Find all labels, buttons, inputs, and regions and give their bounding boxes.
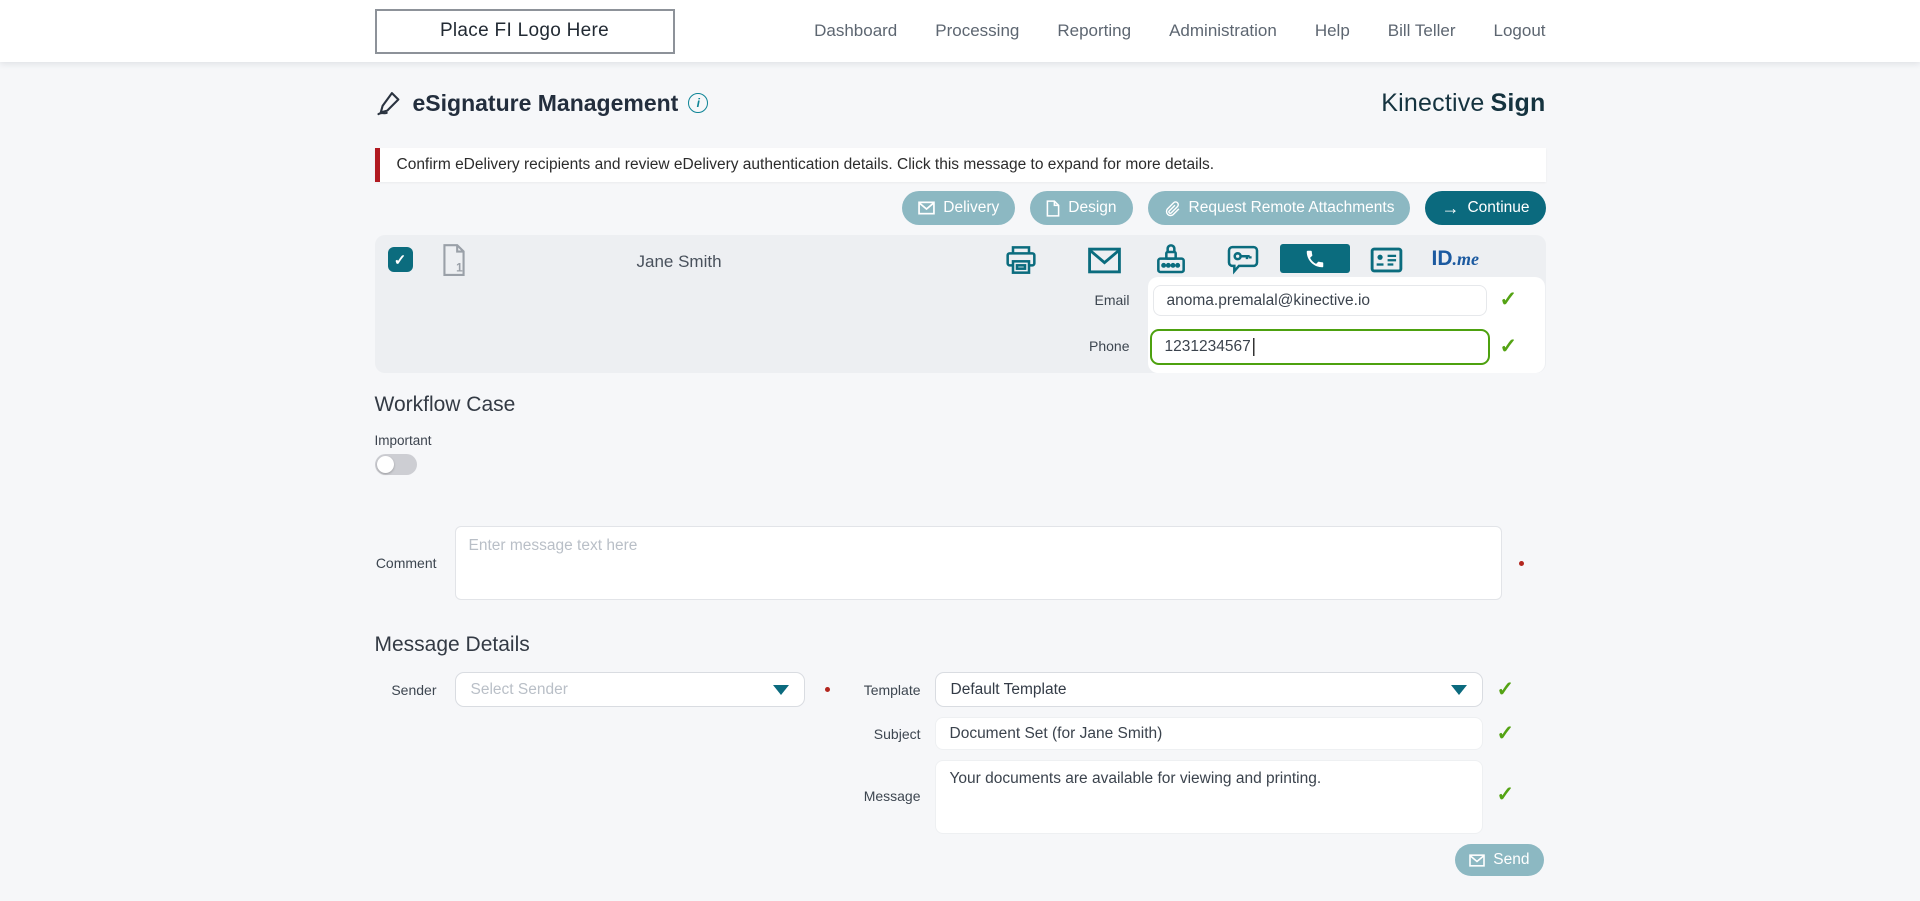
fi-logo-text: Place FI Logo Here bbox=[439, 20, 610, 41]
nav-item-reporting[interactable]: Reporting bbox=[1057, 21, 1131, 41]
phone-label: Phone bbox=[1089, 338, 1130, 354]
recipient-card: ✓ 1 Jane Smith ID.me Email anoma.premala… bbox=[374, 235, 1546, 373]
template-select[interactable]: Default Template bbox=[934, 672, 1483, 707]
edelivery-alert-banner[interactable]: Confirm eDelivery recipients and review … bbox=[374, 148, 1546, 182]
comment-label: Comment bbox=[375, 555, 437, 571]
fi-logo-placeholder: Place FI Logo Here bbox=[374, 8, 675, 54]
sms-code-auth-icon[interactable] bbox=[1227, 245, 1259, 276]
action-button-row: Delivery Design Request Remote Attachmen… bbox=[375, 191, 1546, 225]
message-label: Message bbox=[863, 788, 921, 804]
message-textarea[interactable]: Your documents are available for viewing… bbox=[934, 760, 1483, 834]
nav-links: Dashboard Processing Reporting Administr… bbox=[814, 21, 1545, 41]
email-input[interactable] bbox=[1152, 285, 1487, 316]
arrow-right-icon: → bbox=[1441, 198, 1460, 218]
template-select-value: Default Template bbox=[950, 680, 1067, 698]
sender-required-dot bbox=[824, 687, 830, 692]
nav-item-administration[interactable]: Administration bbox=[1169, 21, 1277, 41]
workflow-case-heading: Workflow Case bbox=[374, 393, 516, 416]
top-nav: Place FI Logo Here Dashboard Processing … bbox=[0, 0, 1920, 62]
comment-required-dot bbox=[1518, 560, 1524, 566]
id-card-auth-icon[interactable] bbox=[1370, 247, 1403, 273]
email-delivery-icon[interactable] bbox=[1087, 247, 1122, 274]
print-delivery-icon[interactable] bbox=[1005, 245, 1037, 275]
paperclip-icon bbox=[1165, 200, 1179, 216]
message-details-heading: Message Details bbox=[374, 633, 530, 656]
page-header: eSignature Management i Kinective Sign bbox=[375, 86, 1546, 120]
chevron-down-icon bbox=[1450, 684, 1467, 695]
template-row: Template Default Template ✓ bbox=[855, 672, 1546, 707]
sender-label: Sender bbox=[391, 681, 437, 698]
subject-row: Subject ✓ bbox=[855, 717, 1546, 750]
phone-valid-check-icon: ✓ bbox=[1499, 335, 1518, 358]
envelope-icon bbox=[1469, 853, 1486, 867]
phone-auth-icon[interactable] bbox=[1279, 244, 1350, 273]
recipient-name: Jane Smith bbox=[636, 252, 722, 271]
template-label: Template bbox=[863, 681, 921, 698]
nav-item-dashboard[interactable]: Dashboard bbox=[814, 21, 897, 41]
brand-logo: Kinective Sign bbox=[1381, 88, 1546, 117]
send-button[interactable]: Send bbox=[1455, 844, 1544, 876]
request-remote-attachments-button[interactable]: Request Remote Attachments bbox=[1147, 191, 1411, 225]
important-label: Important bbox=[374, 433, 432, 448]
nav-item-help[interactable]: Help bbox=[1315, 21, 1350, 41]
nav-item-logout[interactable]: Logout bbox=[1494, 21, 1546, 41]
comment-textarea[interactable] bbox=[454, 526, 1502, 600]
recipient-checkbox[interactable]: ✓ bbox=[387, 247, 413, 272]
sender-select-value: Select Sender bbox=[470, 680, 568, 698]
alert-message: Confirm eDelivery recipients and review … bbox=[396, 156, 1215, 173]
continue-button[interactable]: → Continue bbox=[1425, 191, 1546, 225]
delivery-button[interactable]: Delivery bbox=[902, 191, 1016, 225]
document-icon bbox=[1046, 199, 1060, 217]
subject-input[interactable] bbox=[934, 717, 1483, 750]
message-row: Message Your documents are available for… bbox=[855, 760, 1546, 834]
comment-row: Comment bbox=[375, 526, 1546, 600]
design-button[interactable]: Design bbox=[1030, 191, 1133, 225]
nav-item-user[interactable]: Bill Teller bbox=[1388, 21, 1456, 41]
subject-label: Subject bbox=[873, 725, 921, 742]
info-icon[interactable]: i bbox=[688, 93, 709, 113]
sender-select[interactable]: Select Sender bbox=[454, 672, 805, 707]
document-count-icon[interactable]: 1 bbox=[439, 243, 469, 277]
phone-input[interactable] bbox=[1149, 329, 1490, 365]
nav-item-processing[interactable]: Processing bbox=[935, 21, 1019, 41]
subject-valid-check-icon: ✓ bbox=[1496, 722, 1515, 745]
password-auth-icon[interactable] bbox=[1155, 240, 1187, 276]
toggle-knob bbox=[376, 456, 394, 473]
email-label: Email bbox=[1094, 292, 1130, 308]
page-title: eSignature Management bbox=[412, 89, 679, 116]
svg-text:1: 1 bbox=[456, 262, 463, 275]
template-valid-check-icon: ✓ bbox=[1496, 678, 1515, 701]
envelope-icon bbox=[918, 201, 936, 215]
chevron-down-icon bbox=[772, 684, 789, 695]
message-valid-check-icon: ✓ bbox=[1496, 783, 1515, 806]
idme-auth-icon[interactable]: ID.me bbox=[1432, 247, 1480, 271]
email-valid-check-icon: ✓ bbox=[1499, 288, 1518, 311]
signature-pen-icon bbox=[376, 92, 399, 116]
important-toggle[interactable] bbox=[374, 454, 417, 475]
